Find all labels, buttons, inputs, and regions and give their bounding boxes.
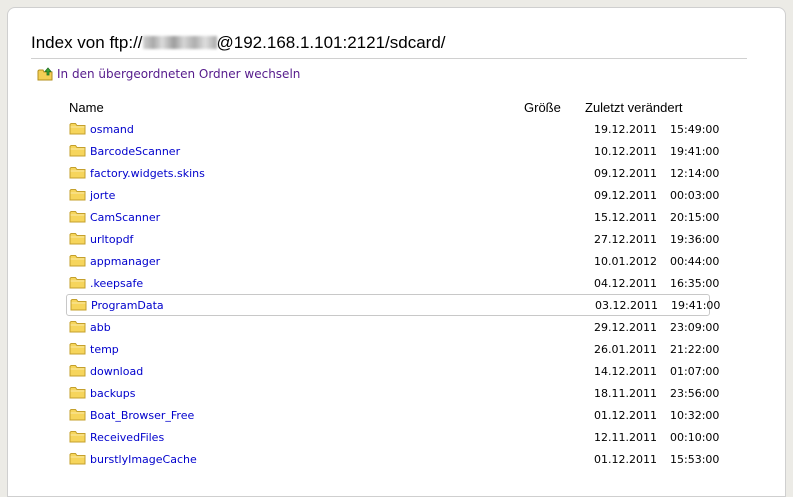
file-list: osmand 19.12.2011 15:49:00 BarcodeScanner 10… <box>66 118 720 470</box>
folder-link[interactable]: CamScanner <box>90 211 160 224</box>
page-title: Index von ftp:// @192.168.1.101:2121/sdca… <box>31 33 747 59</box>
table-row[interactable]: temp 26.01.2011 21:22:00 <box>66 338 719 360</box>
modified-time: 20:15:00 <box>670 210 720 224</box>
modified-time: 01:07:00 <box>670 364 720 378</box>
folder-link[interactable]: burstlyImageCache <box>90 453 197 466</box>
modified-time: 21:22:00 <box>670 342 720 356</box>
parent-folder-link[interactable]: In den übergeordneten Ordner wechseln <box>37 67 300 81</box>
table-row[interactable]: factory.widgets.skins 09.12.2011 12:14:00 <box>66 162 719 184</box>
redacted-username <box>142 36 217 49</box>
column-header-size[interactable]: Größe <box>524 100 561 115</box>
modified-date: 19.12.2011 <box>594 122 657 136</box>
folder-icon <box>69 143 86 160</box>
folder-link[interactable]: .keepsafe <box>90 277 143 290</box>
modified-date: 10.12.2011 <box>594 144 657 158</box>
modified-time: 00:03:00 <box>670 188 720 202</box>
modified-date: 01.12.2011 <box>594 408 657 422</box>
folder-link[interactable]: abb <box>90 321 111 334</box>
folder-icon <box>69 209 86 226</box>
folder-link[interactable]: backups <box>90 387 136 400</box>
folder-icon <box>69 341 86 358</box>
folder-icon <box>70 297 87 314</box>
folder-icon <box>69 275 86 292</box>
folder-icon <box>69 363 86 380</box>
table-row[interactable]: download 14.12.2011 01:07:00 <box>66 360 719 382</box>
modified-time: 10:32:00 <box>670 408 720 422</box>
modified-time: 15:49:00 <box>670 122 720 136</box>
folder-link[interactable]: appmanager <box>90 255 160 268</box>
modified-date: 12.11.2011 <box>594 430 657 444</box>
modified-date: 27.12.2011 <box>594 232 657 246</box>
folder-icon <box>69 407 86 424</box>
folder-link[interactable]: jorte <box>90 189 115 202</box>
modified-time: 12:14:00 <box>670 166 720 180</box>
modified-date: 15.12.2011 <box>594 210 657 224</box>
modified-date: 09.12.2011 <box>594 166 657 180</box>
title-suffix: @192.168.1.101:2121/sdcard/ <box>216 33 446 52</box>
table-row[interactable]: jorte 09.12.2011 00:03:00 <box>66 184 719 206</box>
modified-time: 16:35:00 <box>670 276 720 290</box>
folder-icon <box>69 121 86 138</box>
modified-time: 15:53:00 <box>670 452 720 466</box>
title-prefix: Index von ftp:// <box>31 33 143 52</box>
modified-date: 29.12.2011 <box>594 320 657 334</box>
folder-icon <box>69 319 86 336</box>
modified-date: 04.12.2011 <box>594 276 657 290</box>
folder-link[interactable]: osmand <box>90 123 134 136</box>
table-row[interactable]: abb 29.12.2011 23:09:00 <box>66 316 719 338</box>
modified-time: 19:41:00 <box>671 298 721 312</box>
table-row[interactable]: ReceivedFiles 12.11.2011 00:10:00 <box>66 426 719 448</box>
table-row[interactable]: CamScanner 15.12.2011 20:15:00 <box>66 206 719 228</box>
modified-time: 23:56:00 <box>670 386 720 400</box>
modified-time: 19:36:00 <box>670 232 720 246</box>
folder-link[interactable]: download <box>90 365 143 378</box>
parent-folder-label: In den übergeordneten Ordner wechseln <box>57 67 301 81</box>
table-row[interactable]: osmand 19.12.2011 15:49:00 <box>66 118 719 140</box>
modified-date: 18.11.2011 <box>594 386 657 400</box>
table-row[interactable]: appmanager 10.01.2012 00:44:00 <box>66 250 719 272</box>
table-row[interactable]: .keepsafe 04.12.2011 16:35:00 <box>66 272 719 294</box>
folder-icon <box>69 231 86 248</box>
modified-date: 01.12.2011 <box>594 452 657 466</box>
folder-icon <box>69 385 86 402</box>
folder-link[interactable]: ProgramData <box>91 299 164 312</box>
folder-link[interactable]: factory.widgets.skins <box>90 167 205 180</box>
folder-link[interactable]: urltopdf <box>90 233 133 246</box>
folder-icon <box>69 165 86 182</box>
table-row[interactable]: ProgramData 03.12.2011 19:41:00 <box>66 294 720 316</box>
modified-time: 00:44:00 <box>670 254 720 268</box>
modified-date: 26.01.2011 <box>594 342 657 356</box>
folder-icon <box>69 187 86 204</box>
table-row[interactable]: Boat_Browser_Free 01.12.2011 10:32:00 <box>66 404 719 426</box>
modified-time: 23:09:00 <box>670 320 720 334</box>
table-row[interactable]: BarcodeScanner 10.12.2011 19:41:00 <box>66 140 719 162</box>
table-row[interactable]: backups 18.11.2011 23:56:00 <box>66 382 719 404</box>
folder-icon <box>69 451 86 468</box>
table-row[interactable]: urltopdf 27.12.2011 19:36:00 <box>66 228 719 250</box>
folder-icon <box>69 253 86 270</box>
folder-link[interactable]: ReceivedFiles <box>90 431 164 444</box>
modified-time: 00:10:00 <box>670 430 720 444</box>
modified-date: 03.12.2011 <box>595 298 658 312</box>
folder-link[interactable]: BarcodeScanner <box>90 145 180 158</box>
folder-icon <box>69 429 86 446</box>
modified-date: 14.12.2011 <box>594 364 657 378</box>
folder-link[interactable]: temp <box>90 343 119 356</box>
modified-time: 19:41:00 <box>670 144 720 158</box>
modified-date: 09.12.2011 <box>594 188 657 202</box>
column-header-modified[interactable]: Zuletzt verändert <box>585 100 683 115</box>
table-row[interactable]: burstlyImageCache 01.12.2011 15:53:00 <box>66 448 719 470</box>
column-header-name[interactable]: Name <box>69 100 104 115</box>
modified-date: 10.01.2012 <box>594 254 657 268</box>
folder-link[interactable]: Boat_Browser_Free <box>90 409 194 422</box>
folder-up-icon <box>37 67 53 81</box>
